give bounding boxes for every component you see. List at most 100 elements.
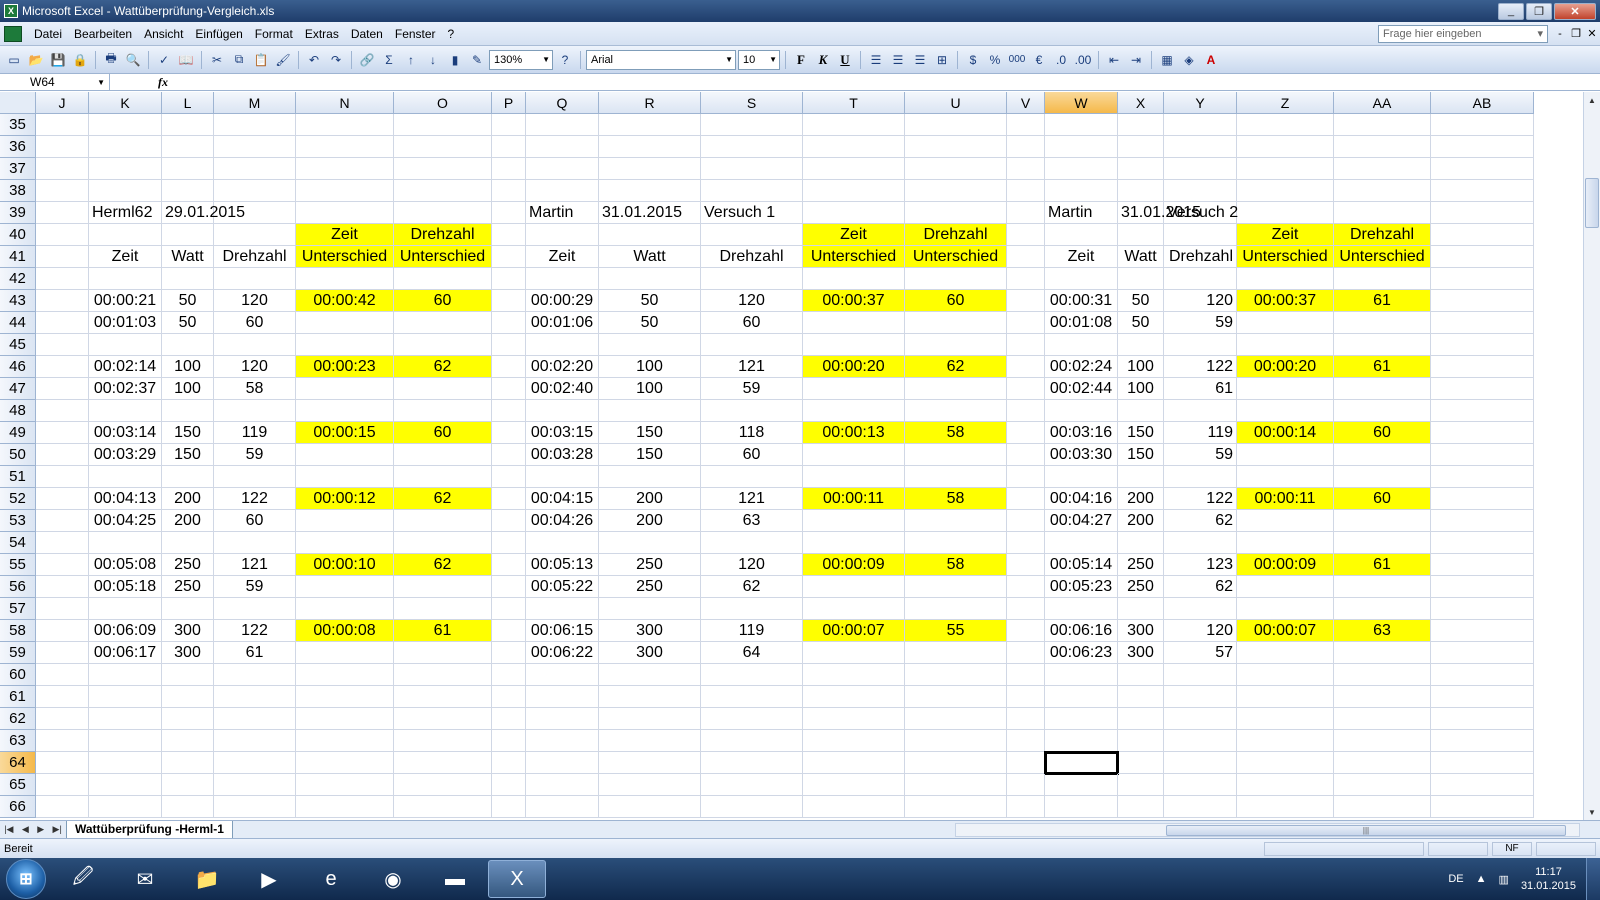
- cell-u63[interactable]: [905, 730, 1007, 752]
- cell-s36[interactable]: [701, 136, 803, 158]
- cell-ab55[interactable]: [1431, 554, 1534, 576]
- cell-y64[interactable]: [1164, 752, 1237, 774]
- row-header[interactable]: 56: [0, 576, 36, 598]
- cell-o42[interactable]: [394, 268, 492, 290]
- cell-j51[interactable]: [36, 466, 89, 488]
- cell-z53[interactable]: [1237, 510, 1334, 532]
- decrease-decimal-icon[interactable]: .00: [1073, 50, 1093, 70]
- select-all-corner[interactable]: [0, 92, 36, 114]
- row-header[interactable]: 38: [0, 180, 36, 202]
- cell-aa35[interactable]: [1334, 114, 1431, 136]
- cell-s51[interactable]: [701, 466, 803, 488]
- cell-s63[interactable]: [701, 730, 803, 752]
- cell-m56[interactable]: 59: [214, 576, 296, 598]
- cell-n55[interactable]: 00:00:10: [296, 554, 394, 576]
- cell-t54[interactable]: [803, 532, 905, 554]
- cell-p55[interactable]: [492, 554, 526, 576]
- help-search-input[interactable]: Frage hier eingeben ▾: [1378, 24, 1548, 43]
- row-header[interactable]: 51: [0, 466, 36, 488]
- cell-k45[interactable]: [89, 334, 162, 356]
- cell-v45[interactable]: [1007, 334, 1045, 356]
- cell-j54[interactable]: [36, 532, 89, 554]
- cell-k41[interactable]: Zeit: [89, 246, 162, 268]
- cell-ab36[interactable]: [1431, 136, 1534, 158]
- cell-m45[interactable]: [214, 334, 296, 356]
- formula-input[interactable]: [170, 74, 1600, 90]
- cell-r55[interactable]: 250: [599, 554, 701, 576]
- cell-t49[interactable]: 00:00:13: [803, 422, 905, 444]
- workbook-icon[interactable]: [4, 25, 22, 42]
- cell-r50[interactable]: 150: [599, 444, 701, 466]
- cell-p49[interactable]: [492, 422, 526, 444]
- cell-y50[interactable]: 59: [1164, 444, 1237, 466]
- cell-u52[interactable]: 58: [905, 488, 1007, 510]
- cell-t53[interactable]: [803, 510, 905, 532]
- cell-z59[interactable]: [1237, 642, 1334, 664]
- cell-l51[interactable]: [162, 466, 214, 488]
- cell-l41[interactable]: Watt: [162, 246, 214, 268]
- cell-q60[interactable]: [526, 664, 599, 686]
- row-header[interactable]: 58: [0, 620, 36, 642]
- cell-x47[interactable]: 100: [1118, 378, 1164, 400]
- cell-s54[interactable]: [701, 532, 803, 554]
- cell-y65[interactable]: [1164, 774, 1237, 796]
- cell-t65[interactable]: [803, 774, 905, 796]
- cell-o59[interactable]: [394, 642, 492, 664]
- cell-j36[interactable]: [36, 136, 89, 158]
- open-icon[interactable]: 📂: [26, 50, 46, 70]
- cell-q41[interactable]: Zeit: [526, 246, 599, 268]
- row-header[interactable]: 40: [0, 224, 36, 246]
- cell-k50[interactable]: 00:03:29: [89, 444, 162, 466]
- hscroll-thumb[interactable]: |||: [1166, 825, 1566, 836]
- cell-w52[interactable]: 00:04:16: [1045, 488, 1118, 510]
- cell-k65[interactable]: [89, 774, 162, 796]
- cell-w44[interactable]: 00:01:08: [1045, 312, 1118, 334]
- row-header[interactable]: 57: [0, 598, 36, 620]
- cell-z38[interactable]: [1237, 180, 1334, 202]
- cell-j58[interactable]: [36, 620, 89, 642]
- cell-s55[interactable]: 120: [701, 554, 803, 576]
- italic-button[interactable]: K: [813, 50, 833, 70]
- cell-n46[interactable]: 00:00:23: [296, 356, 394, 378]
- cell-m44[interactable]: 60: [214, 312, 296, 334]
- cell-o64[interactable]: [394, 752, 492, 774]
- cell-u57[interactable]: [905, 598, 1007, 620]
- cell-y44[interactable]: 59: [1164, 312, 1237, 334]
- cell-ab52[interactable]: [1431, 488, 1534, 510]
- cell-v49[interactable]: [1007, 422, 1045, 444]
- row-header[interactable]: 60: [0, 664, 36, 686]
- cell-x40[interactable]: [1118, 224, 1164, 246]
- cell-k62[interactable]: [89, 708, 162, 730]
- cell-u35[interactable]: [905, 114, 1007, 136]
- cell-s61[interactable]: [701, 686, 803, 708]
- cell-m38[interactable]: [214, 180, 296, 202]
- cell-x43[interactable]: 50: [1118, 290, 1164, 312]
- cell-l54[interactable]: [162, 532, 214, 554]
- cell-k56[interactable]: 00:05:18: [89, 576, 162, 598]
- cell-ab64[interactable]: [1431, 752, 1534, 774]
- cell-v57[interactable]: [1007, 598, 1045, 620]
- cell-o53[interactable]: [394, 510, 492, 532]
- cell-x54[interactable]: [1118, 532, 1164, 554]
- thousands-button[interactable]: 000: [1007, 50, 1027, 70]
- cell-y42[interactable]: [1164, 268, 1237, 290]
- cell-k44[interactable]: 00:01:03: [89, 312, 162, 334]
- cell-ab42[interactable]: [1431, 268, 1534, 290]
- column-header-j[interactable]: J: [36, 92, 89, 114]
- cell-s44[interactable]: 60: [701, 312, 803, 334]
- cell-q64[interactable]: [526, 752, 599, 774]
- cell-m53[interactable]: 60: [214, 510, 296, 532]
- cell-z43[interactable]: 00:00:37: [1237, 290, 1334, 312]
- cell-v59[interactable]: [1007, 642, 1045, 664]
- cell-r37[interactable]: [599, 158, 701, 180]
- cell-m49[interactable]: 119: [214, 422, 296, 444]
- cell-n48[interactable]: [296, 400, 394, 422]
- cell-u62[interactable]: [905, 708, 1007, 730]
- cell-u36[interactable]: [905, 136, 1007, 158]
- cell-z58[interactable]: 00:00:07: [1237, 620, 1334, 642]
- new-icon[interactable]: ▭: [4, 50, 24, 70]
- cell-x66[interactable]: [1118, 796, 1164, 818]
- copy-icon[interactable]: ⧉: [229, 50, 249, 70]
- cell-u44[interactable]: [905, 312, 1007, 334]
- cell-w59[interactable]: 00:06:23: [1045, 642, 1118, 664]
